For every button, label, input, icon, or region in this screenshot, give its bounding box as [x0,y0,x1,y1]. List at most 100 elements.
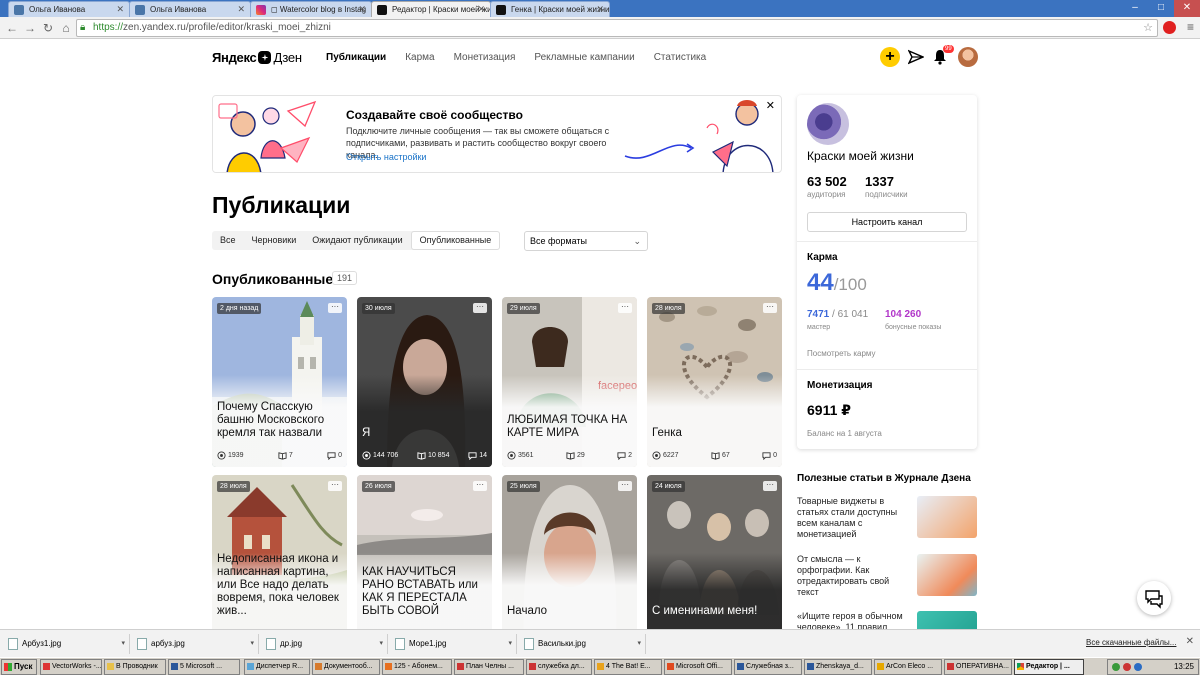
minimize-icon[interactable]: – [1122,0,1148,17]
more-options-icon[interactable]: ··· [328,303,342,313]
address-bar[interactable]: 🔒︎ https://zen.yandex.ru/profile/editor/… [76,19,1158,37]
download-item[interactable]: Арбуз1.jpg ▾ [2,634,130,654]
publication-card[interactable]: 2 дня назад ··· Почему Спасскую башню Мо… [212,297,347,467]
forward-icon[interactable]: → [22,20,38,36]
taskbar-item[interactable]: Диспетчер R... [244,659,310,675]
bookmark-star-icon[interactable]: ☆ [1143,20,1153,36]
journal-article[interactable]: Товарные виджеты в статьях стали доступн… [797,496,977,540]
taskbar-item[interactable]: ArCon Eleco ... [874,659,942,675]
more-options-icon[interactable]: ··· [763,481,777,491]
close-icon[interactable]: ✕ [237,4,245,15]
antivirus-icon[interactable] [1123,663,1131,671]
yandex-zen-logo[interactable]: Яндекс Дзен [212,50,302,65]
journal-article-title[interactable]: От смысла — к орфографии. Как отредактир… [797,554,909,598]
close-icon[interactable]: ✕ [596,4,604,15]
card-title[interactable]: Недописанная икона и написанная картина,… [217,553,342,618]
close-icon[interactable]: ✕ [477,4,485,15]
volume-icon[interactable] [1134,663,1142,671]
close-icon[interactable]: ✕ [358,4,366,15]
nav-item-statistics[interactable]: Статистика [654,52,707,63]
caret-down-icon[interactable]: ▾ [508,634,512,654]
more-options-icon[interactable]: ··· [618,303,632,313]
filter-pending[interactable]: Ожидают публикации [304,231,410,250]
reload-icon[interactable]: ↻ [40,20,56,36]
filter-drafts[interactable]: Черновики [244,231,305,250]
caret-down-icon[interactable]: ▾ [637,634,641,654]
journal-article[interactable]: От смысла — к орфографии. Как отредактир… [797,554,977,598]
publication-card[interactable]: 28 июля ··· Недописанная икона и написан… [212,475,347,629]
filter-published[interactable]: Опубликованные [410,231,501,250]
browser-menu-icon[interactable]: ≡ [1187,20,1194,34]
journal-article-title[interactable]: Товарные виджеты в статьях стали доступн… [797,496,909,540]
network-icon[interactable] [1112,663,1120,671]
more-options-icon[interactable]: ··· [763,303,777,313]
taskbar-item[interactable]: Zhenskaya_d... [804,659,872,675]
taskbar-item-active[interactable]: Редактор | ... [1014,659,1084,675]
more-options-icon[interactable]: ··· [473,303,487,313]
download-item[interactable]: Море1.jpg ▾ [389,634,517,654]
create-button[interactable]: + [880,47,900,67]
more-options-icon[interactable]: ··· [473,481,487,491]
extension-icon[interactable] [1163,21,1176,34]
caret-down-icon[interactable]: ▾ [121,634,125,654]
taskbar-item[interactable]: В Проводник [104,659,166,675]
show-all-downloads-link[interactable]: Все скачанные файлы... [1086,638,1176,647]
chat-icon[interactable] [1137,581,1171,615]
setup-channel-button[interactable]: Настроить канал [807,212,967,232]
card-title[interactable]: С именинами меня! [652,605,777,618]
channel-name[interactable]: Краски моей жизни [807,149,914,163]
close-downloads-icon[interactable]: ✕ [1186,636,1194,647]
open-settings-link[interactable]: Открыть настройки [346,152,426,162]
close-window-icon[interactable]: ✕ [1174,0,1200,17]
download-item[interactable]: арбуз.jpg ▾ [131,634,259,654]
card-title[interactable]: КАК НАУЧИТЬСЯ РАНО ВСТАВАТЬ или КАК Я ПЕ… [362,566,487,618]
taskbar-item[interactable]: 125 - Абонем... [382,659,452,675]
browser-tab-1[interactable]: Ольга Иванова ✕ [8,1,130,17]
publication-card[interactable]: 28 июля ··· Генка 6227 67 0 [647,297,782,467]
taskbar-item[interactable]: VectorWorks -... [40,659,102,675]
download-item[interactable]: др.jpg ▾ [260,634,388,654]
card-title[interactable]: Генка [652,427,777,440]
taskbar-item[interactable]: Microsoft Offi... [664,659,732,675]
card-title[interactable]: ЛЮБИМАЯ ТОЧКА НА КАРТЕ МИРА [507,414,632,440]
more-options-icon[interactable]: ··· [328,481,342,491]
journal-article-thumbnail[interactable] [917,496,977,538]
journal-article-thumbnail[interactable] [917,554,977,596]
more-options-icon[interactable]: ··· [618,481,632,491]
browser-tab-5[interactable]: Генка | Краски моей жизни ✕ [490,1,610,17]
format-select[interactable]: Все форматы ⌄ [524,231,648,251]
nav-item-monetization[interactable]: Монетизация [454,52,516,63]
card-title[interactable]: Начало [507,605,632,618]
taskbar-item[interactable]: служебка дл... [526,659,592,675]
caret-down-icon[interactable]: ▾ [379,634,383,654]
taskbar-item[interactable]: 4 The Bat! E... [594,659,662,675]
nav-item-publications[interactable]: Публикации [326,52,386,63]
taskbar-item[interactable]: ОПЕРАТИВНА... [944,659,1012,675]
journal-article-title[interactable]: «Ищите героя в обычном человеке». 11 пра… [797,611,909,629]
taskbar-item[interactable]: План Челны ... [454,659,524,675]
browser-tab-4-active[interactable]: Редактор | Краски моей жи ✕ [371,1,491,17]
download-item[interactable]: Васильки.jpg ▾ [518,634,646,654]
publication-card[interactable]: facepeo 29 июля ··· ЛЮБИМАЯ ТОЧКА НА КАР… [502,297,637,467]
publication-card[interactable]: 24 июля ··· С именинами меня! [647,475,782,629]
close-icon[interactable]: ✕ [116,4,124,15]
journal-article-thumbnail[interactable] [917,611,977,629]
browser-tab-3[interactable]: ◻ Watercolor blog в Instag ✕ [250,1,372,17]
taskbar-item[interactable]: Служебная з... [734,659,802,675]
taskbar-item[interactable]: 5 Microsoft ... [168,659,240,675]
browser-tab-2[interactable]: Ольга Иванова ✕ [129,1,251,17]
nav-item-karma[interactable]: Карма [405,52,434,63]
banner-close-icon[interactable]: ✕ [766,99,775,112]
publication-card[interactable]: 30 июля ··· Я 144 706 10 854 14 [357,297,492,467]
publication-card[interactable]: 26 июля ··· КАК НАУЧИТЬСЯ РАНО ВСТАВАТЬ … [357,475,492,629]
send-icon[interactable] [908,49,924,65]
user-avatar[interactable] [958,47,978,67]
channel-avatar[interactable] [807,103,849,145]
view-karma-link[interactable]: Посмотреть карму [807,349,876,358]
filter-all[interactable]: Все [212,231,244,250]
card-title[interactable]: Я [362,427,487,440]
back-icon[interactable]: ← [4,20,20,36]
taskbar-item[interactable]: Документооб... [312,659,380,675]
card-title[interactable]: Почему Спасскую башню Московского кремля… [217,401,342,440]
start-button[interactable]: Пуск [1,659,37,675]
